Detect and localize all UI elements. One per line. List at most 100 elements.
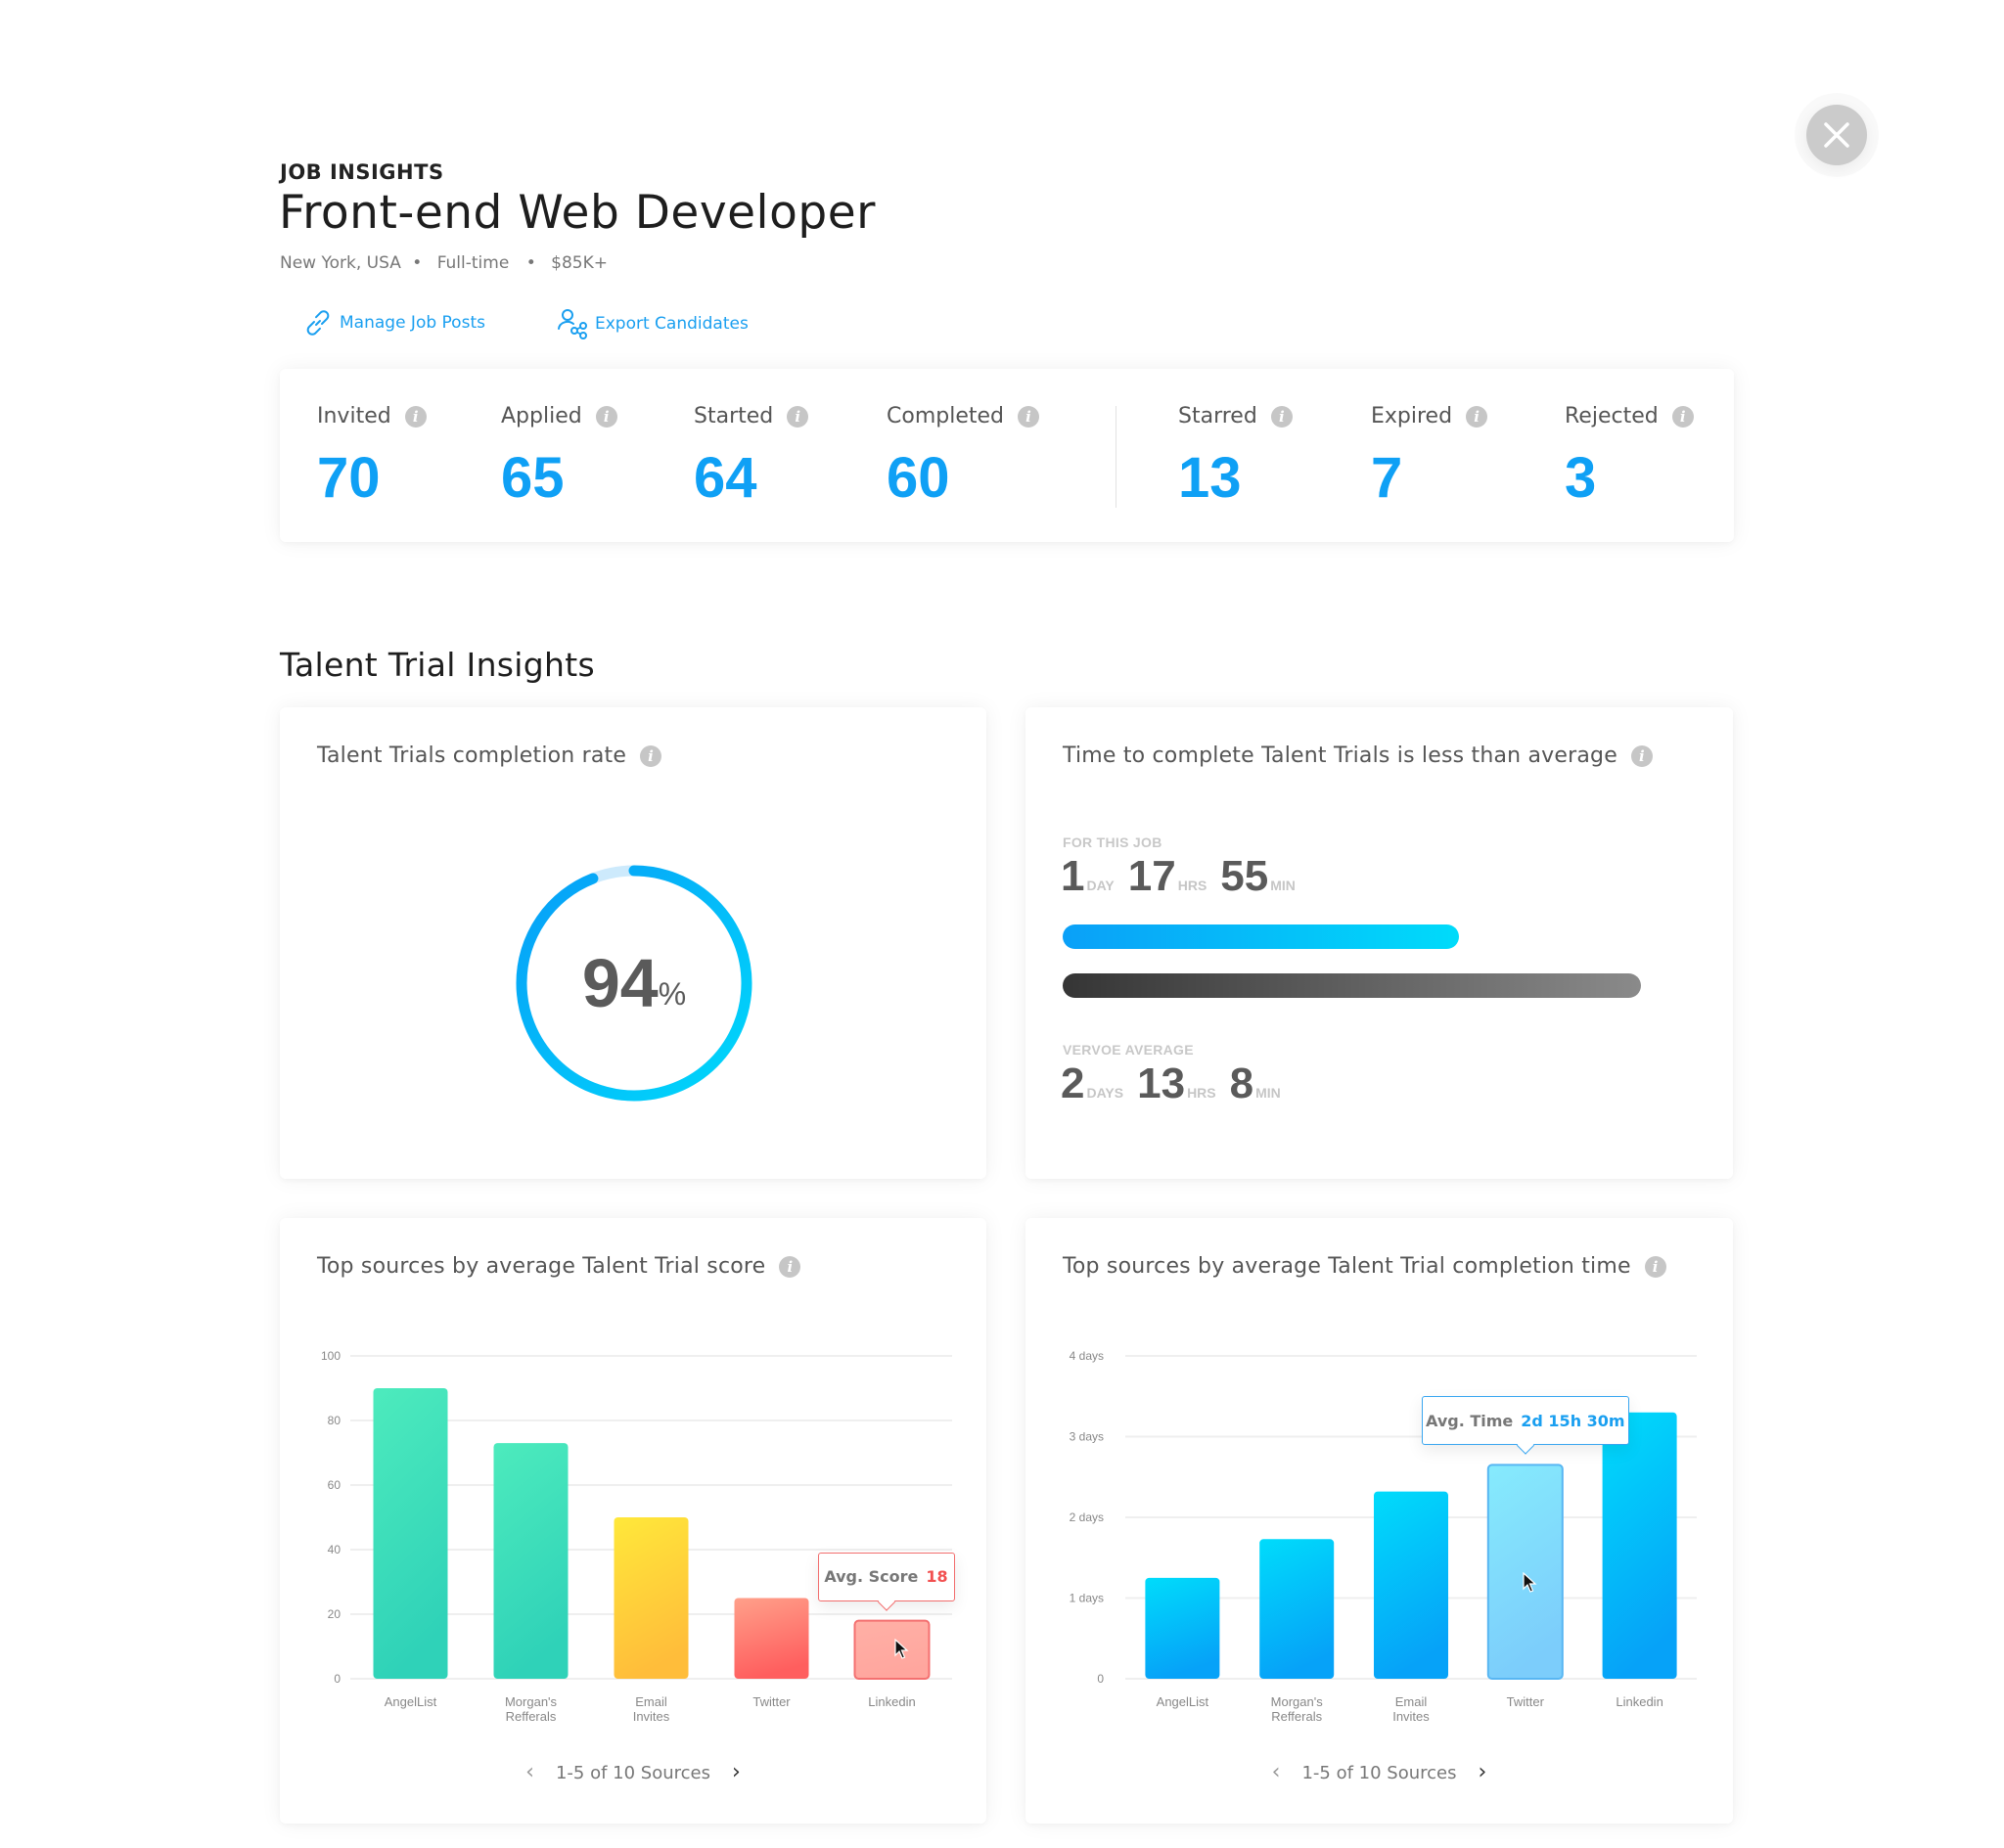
job-title: Front-end Web Developer	[279, 186, 876, 240]
time-unit: DAY	[1086, 878, 1115, 893]
score-by-source-card: Top sources by average Talent Trial scor…	[280, 1218, 986, 1824]
card-title-text: Talent Trials completion rate	[317, 744, 627, 768]
stat-starred: Starred i 13	[1178, 404, 1293, 507]
bar-linkedin[interactable]	[1602, 1412, 1677, 1679]
bar-angellist[interactable]	[1145, 1577, 1220, 1679]
export-candidates-label: Export Candidates	[595, 314, 749, 334]
time-hours: 13	[1137, 1059, 1186, 1107]
y-tick-label: 0	[334, 1672, 341, 1686]
bar-angellist[interactable]	[373, 1388, 448, 1679]
stat-value: 70	[317, 446, 381, 510]
info-icon[interactable]: i	[1018, 405, 1039, 428]
time-days: 1	[1061, 852, 1085, 900]
time-pager: ‹ 1-5 of 10 Sources ›	[1025, 1762, 1733, 1783]
time-unit: HRS	[1187, 1085, 1216, 1101]
y-tick-label: 4 days	[1070, 1349, 1104, 1363]
tooltip-label: Avg. Time	[1426, 1411, 1514, 1430]
stat-expired: Expired i 7	[1371, 404, 1488, 507]
tooltip-value: 2d 15h 30m	[1521, 1411, 1625, 1430]
bar-email-invites[interactable]	[1374, 1491, 1448, 1679]
mouse-cursor-icon	[1523, 1572, 1537, 1594]
mouse-cursor-icon	[893, 1638, 909, 1659]
x-category-label: Morgan's	[1271, 1694, 1324, 1709]
gauge-unit: %	[658, 975, 687, 1012]
y-tick-label: 20	[328, 1607, 342, 1621]
stat-label: Rejected	[1565, 404, 1659, 428]
manage-job-posts-label: Manage Job Posts	[340, 313, 485, 333]
pager-text: 1-5 of 10 Sources	[555, 1762, 711, 1783]
info-icon[interactable]: i	[1466, 405, 1488, 428]
stat-completed: Completed i 60	[887, 404, 1039, 507]
time-unit: HRS	[1177, 878, 1207, 893]
job-location: New York, USA	[280, 253, 401, 273]
y-tick-label: 80	[328, 1414, 342, 1427]
stat-label: Completed	[887, 404, 1004, 428]
stat-rejected: Rejected i 3	[1565, 404, 1694, 507]
score-bar-chart: 0 20 40 60 80 100 AngelList Morgan'sRefferals Em…	[321, 1349, 952, 1724]
job-salary: $85K+	[551, 253, 608, 273]
export-candidates-link[interactable]: Export Candidates	[556, 307, 749, 340]
time-minutes: 8	[1229, 1059, 1254, 1107]
time-tooltip: Avg. Time 2d 15h 30m	[1421, 1396, 1629, 1446]
score-pager: ‹ 1-5 of 10 Sources ›	[280, 1762, 986, 1783]
card-title-text: Time to complete Talent Trials is less t…	[1063, 744, 1617, 768]
info-icon[interactable]: i	[595, 405, 617, 428]
bar-morgan-s-refferals[interactable]	[1259, 1539, 1335, 1679]
manage-job-posts-link[interactable]: Manage Job Posts	[302, 307, 485, 338]
card-title: Time to complete Talent Trials is less t…	[1063, 744, 1653, 768]
x-category-label: Twitter	[752, 1694, 791, 1709]
x-category-label: Linkedin	[868, 1694, 915, 1709]
time-compare-card: Time to complete Talent Trials is less t…	[1025, 707, 1733, 1179]
x-category-label: Email	[635, 1694, 667, 1709]
user-share-icon	[558, 309, 587, 339]
time-unit: DAYS	[1086, 1085, 1124, 1101]
stat-started: Started i 64	[694, 404, 809, 507]
info-icon[interactable]: i	[404, 405, 427, 428]
average-time-caption: VERVOE AVERAGE	[1063, 1042, 1194, 1058]
card-title: Talent Trials completion rate i	[317, 744, 662, 768]
x-category-label: Email	[1395, 1694, 1428, 1709]
job-type: Full-time	[436, 253, 510, 273]
bar-linkedin[interactable]	[853, 1619, 931, 1681]
x-category-label: AngelList	[1157, 1694, 1209, 1709]
bar-twitter[interactable]	[734, 1598, 809, 1680]
info-icon[interactable]: i	[1630, 744, 1653, 767]
x-category-label: Invites	[1392, 1709, 1430, 1724]
job-time-caption: FOR THIS JOB	[1063, 834, 1162, 850]
info-icon[interactable]: i	[787, 405, 809, 428]
pager-prev-button[interactable]: ‹	[1272, 1762, 1281, 1783]
x-category-label: Twitter	[1507, 1694, 1545, 1709]
stat-invited: Invited i 70	[317, 404, 427, 507]
x-category-label: AngelList	[385, 1694, 437, 1709]
pager-next-button[interactable]: ›	[1479, 1762, 1487, 1783]
time-unit: MIN	[1255, 1085, 1281, 1101]
stat-label: Starred	[1178, 404, 1257, 428]
stat-value: 65	[501, 446, 565, 510]
info-icon[interactable]: i	[640, 744, 662, 767]
y-tick-label: 1 days	[1070, 1592, 1104, 1605]
y-tick-label: 0	[1097, 1672, 1104, 1686]
completion-rate-card: Talent Trials completion rate i 94 %	[280, 707, 986, 1179]
info-icon[interactable]: i	[1671, 405, 1694, 428]
stat-label: Expired	[1371, 404, 1453, 428]
bar-email-invites[interactable]	[614, 1517, 689, 1679]
pager-next-button[interactable]: ›	[732, 1762, 741, 1783]
completion-time-bar-chart: 0 1 days 2 days 3 days 4 days AngelList Morgan…	[1070, 1349, 1697, 1724]
stat-value: 60	[887, 446, 950, 510]
y-tick-label: 2 days	[1070, 1510, 1104, 1524]
time-hours: 17	[1127, 852, 1176, 900]
stat-label: Applied	[501, 404, 582, 428]
time-unit: MIN	[1270, 878, 1296, 893]
job-meta: New York, USA • Full-time • $85K+	[280, 253, 608, 273]
bar-morgan-s-refferals[interactable]	[493, 1443, 569, 1679]
x-category-label: Refferals	[1271, 1709, 1322, 1724]
tooltip-value: 18	[926, 1567, 948, 1587]
close-icon	[1824, 122, 1849, 148]
close-button[interactable]	[1806, 105, 1867, 165]
y-tick-label: 60	[328, 1478, 342, 1492]
pager-prev-button[interactable]: ‹	[525, 1762, 534, 1783]
info-icon[interactable]: i	[1270, 405, 1293, 428]
pager-text: 1-5 of 10 Sources	[1301, 1762, 1457, 1783]
stat-label: Started	[694, 404, 774, 428]
y-tick-label: 100	[321, 1349, 341, 1363]
